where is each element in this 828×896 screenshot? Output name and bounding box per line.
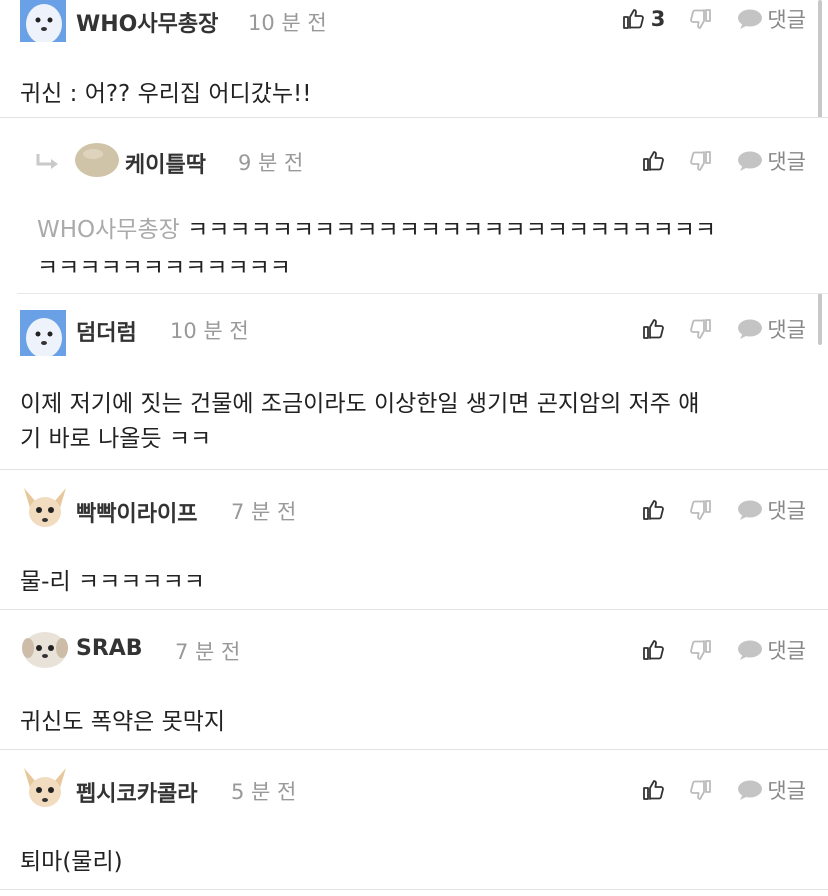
comment-author[interactable]: 빡빡이라이프 <box>76 496 197 528</box>
dog-avatar-icon <box>20 310 66 356</box>
thumbs-down-icon <box>689 317 713 341</box>
comment-time: 9 분 전 <box>238 151 304 175</box>
like-button[interactable] <box>641 498 665 522</box>
comment-author[interactable]: SRAB <box>76 636 143 661</box>
comment-item: 펩시코카콜라 5 분 전 댓글 퇴마(물리) <box>0 750 828 890</box>
comment-time: 5 분 전 <box>231 780 297 804</box>
chihuahua-avatar-icon <box>20 764 70 814</box>
comment-item: WHO사무총장 10 분 전 3 댓글 귀신 : 어?? 우리집 어디갔누!! <box>0 0 828 118</box>
comment-item: SRAB 7 분 전 댓글 귀신도 폭약은 못막지 <box>0 610 828 750</box>
reply-button[interactable]: 댓글 <box>737 146 806 176</box>
like-button[interactable] <box>641 149 665 173</box>
thumbs-down-icon <box>689 778 713 802</box>
thumbs-up-icon <box>641 317 665 341</box>
like-count: 3 <box>650 7 666 31</box>
thumbs-up-icon <box>641 498 665 522</box>
dislike-button[interactable] <box>689 7 713 31</box>
chihuahua-avatar-icon <box>20 484 70 534</box>
dislike-button[interactable] <box>689 638 713 662</box>
thumbs-up-icon <box>641 778 665 802</box>
comment-author[interactable]: 펩시코카콜라 <box>76 776 197 808</box>
comment-item: 빡빡이라이프 7 분 전 댓글 물-리 ㅋㅋㅋㅋㅋㅋ <box>0 470 828 610</box>
avatar[interactable] <box>20 0 66 42</box>
thumbs-up-icon <box>641 638 665 662</box>
mention-link[interactable]: WHO사무총장 <box>37 217 180 243</box>
avatar[interactable] <box>20 310 66 356</box>
comment-text-line-2: ㅋㅋㅋㅋㅋㅋㅋㅋㅋㅋㅋㅋ <box>37 255 291 281</box>
comment-time: 10 분 전 <box>170 319 249 343</box>
puppy-avatar-icon <box>20 626 70 672</box>
reply-arrow-icon <box>36 154 58 169</box>
comment-text: ㅋㅋㅋㅋㅋㅋㅋㅋㅋㅋㅋㅋㅋㅋㅋㅋㅋㅋㅋㅋㅋㅋㅋㅋㅋ <box>179 217 717 243</box>
reply-label: 댓글 <box>767 779 806 803</box>
reply-button[interactable]: 댓글 <box>737 775 806 805</box>
like-button[interactable] <box>641 317 665 341</box>
speech-bubble-icon <box>737 8 763 30</box>
thumbs-down-icon <box>689 149 713 173</box>
comment-time: 10 분 전 <box>248 11 327 35</box>
comment-text: 귀신도 폭약은 못막지 <box>20 709 226 735</box>
comment-time: 7 분 전 <box>175 640 241 664</box>
dislike-button[interactable] <box>689 778 713 802</box>
comment-author[interactable]: WHO사무총장 <box>76 6 218 38</box>
thumbs-down-icon <box>689 7 713 31</box>
thumbs-up-icon <box>621 7 645 31</box>
speech-bubble-icon <box>737 499 763 521</box>
blob-avatar-icon <box>73 138 121 182</box>
dislike-button[interactable] <box>689 149 713 173</box>
comment-time: 7 분 전 <box>231 500 297 524</box>
comment-author[interactable]: 케이틀딱 <box>125 147 206 179</box>
comment-item: 덤더럼 10 분 전 댓글 이제 저기에 짓는 건물에 조금이라도 이상한일 생… <box>0 294 828 470</box>
comment-text: 물-리 ㅋㅋㅋㅋㅋㅋ <box>20 569 205 595</box>
avatar[interactable] <box>73 138 121 182</box>
thumbs-up-icon <box>641 149 665 173</box>
avatar[interactable] <box>20 764 70 814</box>
comment-author[interactable]: 덤더럼 <box>76 315 137 347</box>
reply-label: 댓글 <box>767 499 806 523</box>
speech-bubble-icon <box>737 150 763 172</box>
speech-bubble-icon <box>737 639 763 661</box>
like-button[interactable] <box>641 778 665 802</box>
reply-button[interactable]: 댓글 <box>737 4 806 34</box>
like-button[interactable]: 3 <box>621 7 666 31</box>
speech-bubble-icon <box>737 779 763 801</box>
comment-text-line-2: 기 바로 나올듯 ㅋㅋ <box>20 426 212 452</box>
reply-button[interactable]: 댓글 <box>737 635 806 665</box>
reply-button[interactable]: 댓글 <box>737 495 806 525</box>
dislike-button[interactable] <box>689 317 713 341</box>
reply-comment-item: 케이틀딱 9 분 전 댓글 WHO사무총장 ㅋㅋㅋㅋㅋㅋㅋㅋㅋㅋㅋㅋㅋㅋㅋㅋㅋㅋ… <box>17 118 828 294</box>
speech-bubble-icon <box>737 318 763 340</box>
comment-text: 퇴마(물리) <box>20 849 123 875</box>
reply-label: 댓글 <box>767 318 806 342</box>
comment-text-line-1: WHO사무총장 ㅋㅋㅋㅋㅋㅋㅋㅋㅋㅋㅋㅋㅋㅋㅋㅋㅋㅋㅋㅋㅋㅋㅋㅋㅋ <box>37 210 716 244</box>
reply-label: 댓글 <box>767 150 806 174</box>
avatar[interactable] <box>20 484 70 534</box>
reply-button[interactable]: 댓글 <box>737 314 806 344</box>
thumbs-down-icon <box>689 638 713 662</box>
reply-label: 댓글 <box>767 8 806 32</box>
reply-label: 댓글 <box>767 639 806 663</box>
avatar[interactable] <box>20 626 70 672</box>
like-button[interactable] <box>641 638 665 662</box>
dog-avatar-icon <box>20 0 66 42</box>
comment-text-line-1: 이제 저기에 짓는 건물에 조금이라도 이상한일 생기면 곤지암의 저주 얘 <box>20 391 700 417</box>
dislike-button[interactable] <box>689 498 713 522</box>
thumbs-down-icon <box>689 498 713 522</box>
comment-text: 귀신 : 어?? 우리집 어디갔누!! <box>20 81 312 107</box>
